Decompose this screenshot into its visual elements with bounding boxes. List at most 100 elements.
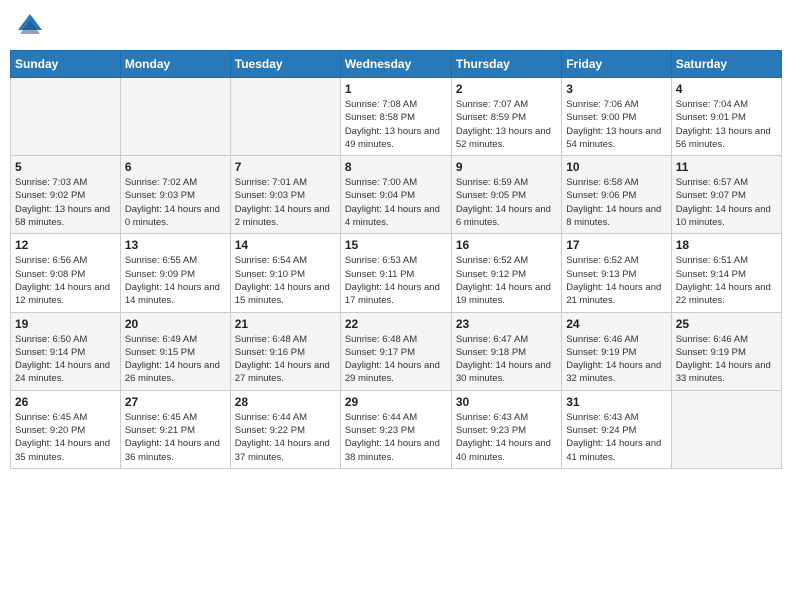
day-number: 24 xyxy=(566,317,666,331)
day-number: 23 xyxy=(456,317,557,331)
day-cell xyxy=(230,78,340,156)
day-cell: 3 Sunrise: 7:06 AMSunset: 9:00 PMDaylight… xyxy=(562,78,671,156)
day-number: 28 xyxy=(235,395,336,409)
day-cell: 10Sunrise: 6:58 AMSunset: 9:06 PMDayligh… xyxy=(562,156,671,234)
day-number: 1 xyxy=(345,82,447,96)
day-info: Sunrise: 7:07 AMSunset: 8:59 PMDaylight:… xyxy=(456,98,557,151)
day-info: Sunrise: 7:06 AMSunset: 9:00 PMDaylight:… xyxy=(566,98,666,151)
day-info: Sunrise: 6:52 AMSunset: 9:12 PMDaylight:… xyxy=(456,254,557,307)
day-info: Sunrise: 7:01 AMSunset: 9:03 PMDaylight:… xyxy=(235,176,336,229)
day-cell: 26 Sunrise: 6:45 AMSunset: 9:20 PMDayligh… xyxy=(11,390,121,468)
day-cell: 8Sunrise: 7:00 AMSunset: 9:04 PMDaylight… xyxy=(340,156,451,234)
day-number: 13 xyxy=(125,238,226,252)
day-info: Sunrise: 7:04 AMSunset: 9:01 PMDaylight:… xyxy=(676,98,777,151)
day-info: Sunrise: 6:58 AMSunset: 9:06 PMDaylight:… xyxy=(566,176,666,229)
day-cell: 9 Sunrise: 6:59 AMSunset: 9:05 PMDaylight… xyxy=(451,156,561,234)
day-info: Sunrise: 6:45 AMSunset: 9:20 PMDaylight:… xyxy=(15,411,116,464)
day-cell: 14 Sunrise: 6:54 AMSunset: 9:10 PMDayligh… xyxy=(230,234,340,312)
week-row-1: 1 Sunrise: 7:08 AMSunset: 8:58 PMDaylight… xyxy=(11,78,782,156)
calendar-header-row: SundayMondayTuesdayWednesdayThursdayFrid… xyxy=(11,51,782,78)
day-cell: 13Sunrise: 6:55 AMSunset: 9:09 PMDayligh… xyxy=(120,234,230,312)
day-cell: 21 Sunrise: 6:48 AMSunset: 9:16 PMDayligh… xyxy=(230,312,340,390)
day-number: 7 xyxy=(235,160,336,174)
day-info: Sunrise: 7:03 AMSunset: 9:02 PMDaylight:… xyxy=(15,176,116,229)
day-number: 11 xyxy=(676,160,777,174)
day-cell: 30 Sunrise: 6:43 AMSunset: 9:23 PMDayligh… xyxy=(451,390,561,468)
day-info: Sunrise: 6:50 AMSunset: 9:14 PMDaylight:… xyxy=(15,333,116,386)
day-number: 22 xyxy=(345,317,447,331)
day-cell: 2 Sunrise: 7:07 AMSunset: 8:59 PMDaylight… xyxy=(451,78,561,156)
day-number: 19 xyxy=(15,317,116,331)
day-cell: 28Sunrise: 6:44 AMSunset: 9:22 PMDayligh… xyxy=(230,390,340,468)
day-cell: 6 Sunrise: 7:02 AMSunset: 9:03 PMDaylight… xyxy=(120,156,230,234)
logo-icon xyxy=(14,10,46,42)
day-number: 31 xyxy=(566,395,666,409)
page-header xyxy=(10,10,782,42)
day-info: Sunrise: 6:48 AMSunset: 9:16 PMDaylight:… xyxy=(235,333,336,386)
header-tuesday: Tuesday xyxy=(230,51,340,78)
day-number: 18 xyxy=(676,238,777,252)
day-cell xyxy=(120,78,230,156)
day-number: 8 xyxy=(345,160,447,174)
calendar-body: 1 Sunrise: 7:08 AMSunset: 8:58 PMDaylight… xyxy=(11,78,782,469)
day-info: Sunrise: 7:08 AMSunset: 8:58 PMDaylight:… xyxy=(345,98,447,151)
week-row-4: 19 Sunrise: 6:50 AMSunset: 9:14 PMDayligh… xyxy=(11,312,782,390)
day-number: 26 xyxy=(15,395,116,409)
day-number: 16 xyxy=(456,238,557,252)
day-cell: 12 Sunrise: 6:56 AMSunset: 9:08 PMDayligh… xyxy=(11,234,121,312)
day-cell: 7 Sunrise: 7:01 AMSunset: 9:03 PMDaylight… xyxy=(230,156,340,234)
week-row-2: 5 Sunrise: 7:03 AMSunset: 9:02 PMDaylight… xyxy=(11,156,782,234)
day-info: Sunrise: 6:46 AMSunset: 9:19 PMDaylight:… xyxy=(566,333,666,386)
week-row-5: 26 Sunrise: 6:45 AMSunset: 9:20 PMDayligh… xyxy=(11,390,782,468)
day-info: Sunrise: 6:52 AMSunset: 9:13 PMDaylight:… xyxy=(566,254,666,307)
day-info: Sunrise: 6:45 AMSunset: 9:21 PMDaylight:… xyxy=(125,411,226,464)
day-number: 20 xyxy=(125,317,226,331)
day-cell: 18 Sunrise: 6:51 AMSunset: 9:14 PMDayligh… xyxy=(671,234,781,312)
day-number: 6 xyxy=(125,160,226,174)
day-cell xyxy=(11,78,121,156)
day-info: Sunrise: 6:44 AMSunset: 9:23 PMDaylight:… xyxy=(345,411,447,464)
day-cell: 23 Sunrise: 6:47 AMSunset: 9:18 PMDayligh… xyxy=(451,312,561,390)
day-cell: 29 Sunrise: 6:44 AMSunset: 9:23 PMDayligh… xyxy=(340,390,451,468)
day-info: Sunrise: 6:48 AMSunset: 9:17 PMDaylight:… xyxy=(345,333,447,386)
day-number: 3 xyxy=(566,82,666,96)
day-cell: 27 Sunrise: 6:45 AMSunset: 9:21 PMDayligh… xyxy=(120,390,230,468)
day-number: 14 xyxy=(235,238,336,252)
day-info: Sunrise: 6:49 AMSunset: 9:15 PMDaylight:… xyxy=(125,333,226,386)
day-number: 15 xyxy=(345,238,447,252)
day-number: 21 xyxy=(235,317,336,331)
logo xyxy=(14,10,50,42)
day-info: Sunrise: 6:56 AMSunset: 9:08 PMDaylight:… xyxy=(15,254,116,307)
day-cell: 17Sunrise: 6:52 AMSunset: 9:13 PMDayligh… xyxy=(562,234,671,312)
header-sunday: Sunday xyxy=(11,51,121,78)
calendar-table: SundayMondayTuesdayWednesdayThursdayFrid… xyxy=(10,50,782,469)
day-number: 2 xyxy=(456,82,557,96)
day-number: 30 xyxy=(456,395,557,409)
day-info: Sunrise: 6:51 AMSunset: 9:14 PMDaylight:… xyxy=(676,254,777,307)
day-number: 12 xyxy=(15,238,116,252)
day-info: Sunrise: 7:02 AMSunset: 9:03 PMDaylight:… xyxy=(125,176,226,229)
day-info: Sunrise: 6:54 AMSunset: 9:10 PMDaylight:… xyxy=(235,254,336,307)
day-number: 9 xyxy=(456,160,557,174)
day-number: 29 xyxy=(345,395,447,409)
day-cell: 5 Sunrise: 7:03 AMSunset: 9:02 PMDaylight… xyxy=(11,156,121,234)
day-cell: 31Sunrise: 6:43 AMSunset: 9:24 PMDayligh… xyxy=(562,390,671,468)
day-cell: 16 Sunrise: 6:52 AMSunset: 9:12 PMDayligh… xyxy=(451,234,561,312)
day-info: Sunrise: 6:59 AMSunset: 9:05 PMDaylight:… xyxy=(456,176,557,229)
day-info: Sunrise: 6:43 AMSunset: 9:23 PMDaylight:… xyxy=(456,411,557,464)
day-info: Sunrise: 6:47 AMSunset: 9:18 PMDaylight:… xyxy=(456,333,557,386)
day-number: 27 xyxy=(125,395,226,409)
day-cell: 15Sunrise: 6:53 AMSunset: 9:11 PMDayligh… xyxy=(340,234,451,312)
day-cell xyxy=(671,390,781,468)
week-row-3: 12 Sunrise: 6:56 AMSunset: 9:08 PMDayligh… xyxy=(11,234,782,312)
header-thursday: Thursday xyxy=(451,51,561,78)
header-friday: Friday xyxy=(562,51,671,78)
day-cell: 1 Sunrise: 7:08 AMSunset: 8:58 PMDaylight… xyxy=(340,78,451,156)
day-cell: 24 Sunrise: 6:46 AMSunset: 9:19 PMDayligh… xyxy=(562,312,671,390)
day-cell: 4 Sunrise: 7:04 AMSunset: 9:01 PMDaylight… xyxy=(671,78,781,156)
day-number: 5 xyxy=(15,160,116,174)
day-number: 4 xyxy=(676,82,777,96)
day-cell: 25Sunrise: 6:46 AMSunset: 9:19 PMDayligh… xyxy=(671,312,781,390)
header-wednesday: Wednesday xyxy=(340,51,451,78)
header-monday: Monday xyxy=(120,51,230,78)
